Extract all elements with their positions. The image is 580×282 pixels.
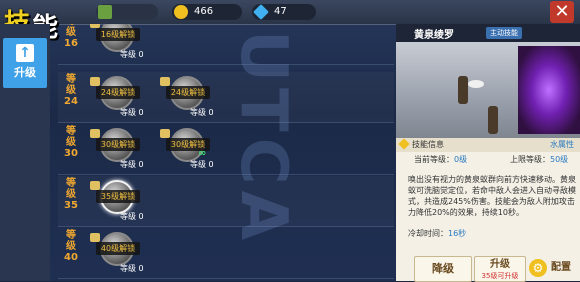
gold-resource: 466 [172, 4, 242, 20]
lock-icon [160, 129, 170, 138]
skill-slot[interactable]: 35级解锁等级 0 [82, 180, 172, 226]
tab-upgrade[interactable]: ↑ 升级 [3, 38, 47, 88]
unlock-label: 40级解锁 [96, 242, 140, 255]
row-level-label: 等级16 [64, 24, 78, 49]
upgrade-button-label: 升级 [490, 259, 510, 270]
row-level-label: 等级 30 [64, 126, 78, 159]
skill-preview [396, 42, 580, 138]
skill-row: 等级 30 30级解锁 等级 0 30级解锁 ∞ 等级 0 [58, 124, 394, 175]
skill-list: 等级1616级解锁等级 0等级2424级解锁等级 024级解锁等级 0等级303… [58, 24, 394, 281]
unlock-label: 16级解锁 [96, 28, 140, 41]
ticket-resource [96, 4, 158, 20]
enemy-figure [488, 106, 498, 134]
max-level-label: 上限等级： [510, 155, 550, 164]
skill-slot[interactable]: 30级解锁 ∞ 等级 0 [152, 128, 242, 174]
skill-detail-panel: 黄泉绫罗 主动技能 技能信息 水属性 当前等级：0级 上限等级：50级 唤出没有… [396, 24, 580, 282]
flying-object [468, 80, 484, 88]
unlock-label: 24级解锁 [166, 86, 210, 99]
lock-icon [90, 77, 100, 86]
cooldown-label: 冷却时间： [408, 229, 448, 238]
skill-slot[interactable]: 16级解锁等级 0 [82, 24, 172, 64]
top-bar: 技 能 466 47 ✕ [0, 0, 580, 43]
skill-level: 等级 0 [120, 50, 144, 59]
current-level: 当前等级：0级 [414, 154, 467, 165]
skill-row: 等级 35 35级解锁等级 0 [58, 176, 394, 227]
portal-effect [518, 46, 580, 134]
upgrade-button[interactable]: 升级 35级可升级 [474, 256, 526, 282]
max-level-value: 50级 [550, 155, 569, 164]
diamond-resource: 47 [252, 4, 316, 20]
info-bar: 技能信息 水属性 [396, 138, 580, 152]
tab-upgrade-label: 升级 [14, 66, 36, 79]
gear-icon: ⚙ [529, 259, 547, 277]
row-level-label: 等级 35 [64, 178, 78, 211]
sidebar: ↑ 升级 [0, 24, 50, 281]
skill-slot[interactable]: 24级解锁等级 0 [152, 76, 242, 122]
character-figure [458, 76, 468, 104]
panel-header: 黄泉绫罗 主动技能 [396, 24, 580, 42]
lock-icon [90, 233, 100, 242]
level-stats: 当前等级：0级 上限等级：50级 [396, 154, 580, 168]
skill-level: 等级 0 [120, 264, 144, 273]
skill-row: 等级16 16级解锁等级 0 [58, 24, 394, 65]
diamond-value: 47 [274, 6, 287, 17]
info-diamond-icon [398, 138, 410, 150]
skill-level: 等级 0 [120, 212, 144, 221]
row-level-label: 等级 24 [64, 74, 78, 107]
skill-level: 等级 0 [120, 108, 144, 117]
skill-level: 等级 0 [120, 160, 144, 169]
downgrade-button[interactable]: 降级 [414, 256, 472, 282]
lock-icon [90, 181, 100, 190]
infinity-badge: ∞ [198, 148, 207, 159]
ticket-icon [98, 5, 112, 19]
skill-tag: 主动技能 [486, 27, 522, 39]
current-level-label: 当前等级： [414, 155, 454, 164]
max-level: 上限等级：50级 [510, 154, 568, 165]
info-title: 技能信息 [412, 140, 444, 149]
upgrade-button-sub: 35级可升级 [481, 272, 519, 280]
upgrade-arrow-icon: ↑ [16, 44, 34, 62]
skill-level: 等级 0 [190, 108, 214, 117]
gold-value: 466 [194, 6, 214, 17]
cooldown-value: 16秒 [448, 229, 467, 238]
close-button[interactable]: ✕ [550, 1, 574, 23]
unlock-label: 24级解锁 [96, 86, 140, 99]
skill-level: 等级 0 [190, 160, 214, 169]
skill-description: 唤出没有视力的黄泉蚁群向前方快速移动。黄泉蚁可洗脑觉定位，若命中敌人会进入自动寻… [408, 175, 576, 217]
unlock-label: 35级解锁 [96, 190, 140, 203]
config-button[interactable]: ⚙ 配置 [529, 256, 579, 280]
cooldown: 冷却时间：16秒 [408, 228, 466, 239]
current-level-value: 0级 [454, 155, 468, 164]
row-level-label: 等级 40 [64, 230, 78, 263]
skill-row: 等级 40 40级解锁等级 0 [58, 228, 394, 279]
gold-coin-icon [174, 5, 188, 19]
element-label: 水属性 [550, 140, 574, 149]
unlock-label: 30级解锁 [96, 138, 140, 151]
skill-slot[interactable]: 40级解锁等级 0 [82, 232, 172, 278]
skill-name: 黄泉绫罗 [414, 30, 454, 41]
lock-icon [90, 129, 100, 138]
config-label: 配置 [551, 262, 571, 273]
skill-row: 等级 24 24级解锁 等级 0 24级解锁 等级 0 [58, 72, 394, 123]
diamond-icon [253, 4, 269, 20]
lock-icon [160, 77, 170, 86]
